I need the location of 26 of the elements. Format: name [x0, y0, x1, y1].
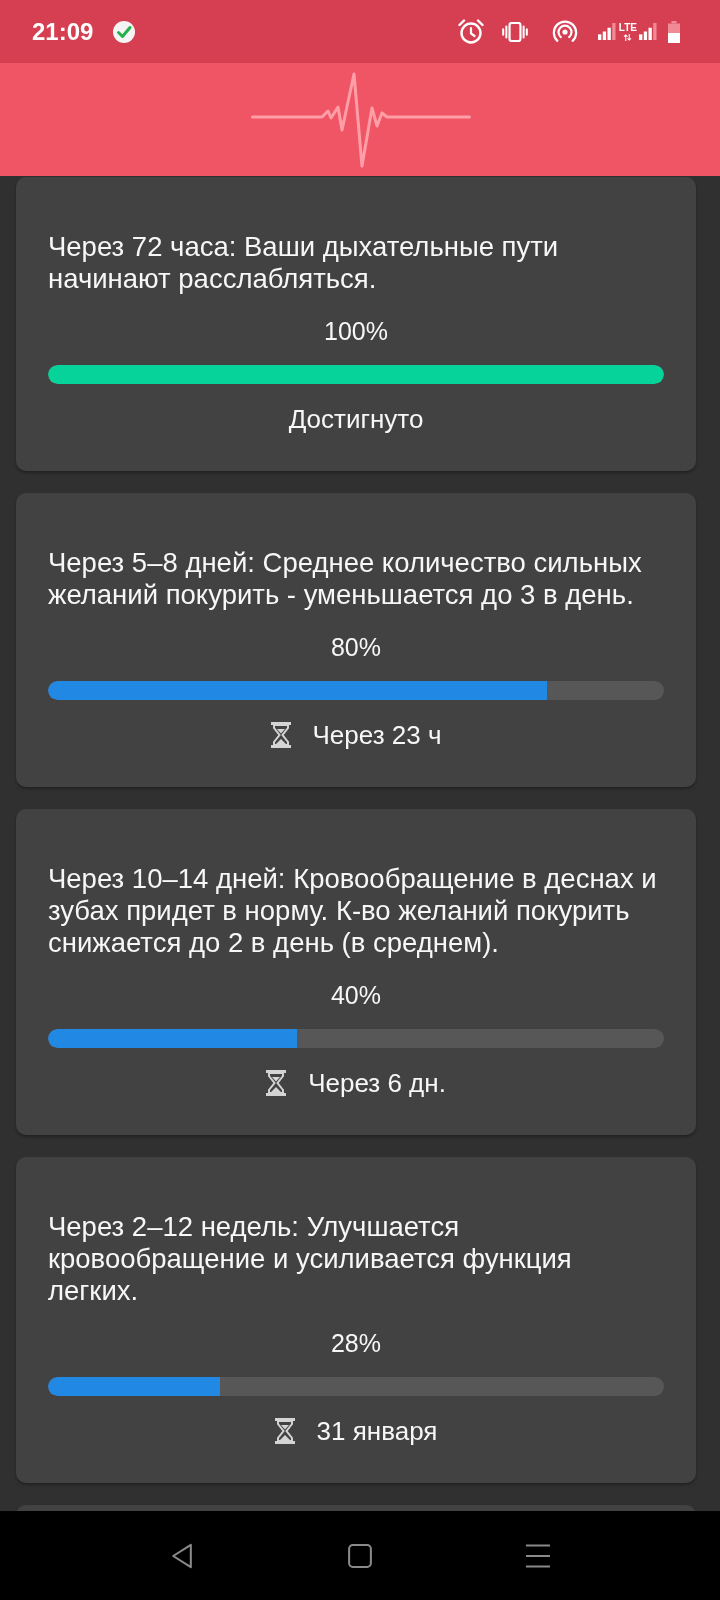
battery-icon	[668, 20, 680, 43]
back-icon[interactable]	[170, 1542, 194, 1569]
milestone-status: Через 23 ч	[312, 720, 442, 750]
heartbeat-line-icon	[251, 71, 471, 168]
milestone-description: Через 10–14 дней: Кровообращение в деснах и зубах придет в норму. К-во желаний покурить снижается до 2 в день (в среднем).	[48, 863, 658, 959]
milestone-status: Достигнуто	[288, 404, 424, 434]
alarm-clock-icon	[457, 18, 484, 45]
menu-icon[interactable]	[526, 1542, 550, 1569]
milestone-description: Через 2–12 недель: Улучшается кровообращение и усиливается функция легких.	[48, 1211, 573, 1307]
check-circle-icon	[113, 20, 136, 43]
network-type-label: LTE	[618, 22, 637, 33]
hotspot-icon	[551, 18, 578, 45]
milestone-description: Через 5–8 дней: Среднее количество сильных желаний покурить - уменьшается до 3 в день.	[48, 547, 643, 611]
signal-icon	[639, 23, 658, 40]
home-icon[interactable]	[348, 1542, 372, 1569]
signal-icon	[597, 23, 617, 40]
milestone-status: Через 6 дн.	[308, 1068, 446, 1098]
vibrate-icon	[501, 21, 528, 42]
status-time: 21:09	[32, 17, 94, 46]
data-arrows-icon	[623, 33, 633, 41]
progress-percent: 80%	[330, 633, 381, 661]
progress-percent: 40%	[330, 981, 381, 1009]
milestone-description: Через 72 часа: Ваши дыхательные пути начинают расслабляться.	[48, 231, 560, 295]
progress-percent: 28%	[330, 1329, 381, 1357]
milestone-status: 31 января	[316, 1416, 438, 1446]
progress-percent: 100%	[324, 317, 388, 345]
